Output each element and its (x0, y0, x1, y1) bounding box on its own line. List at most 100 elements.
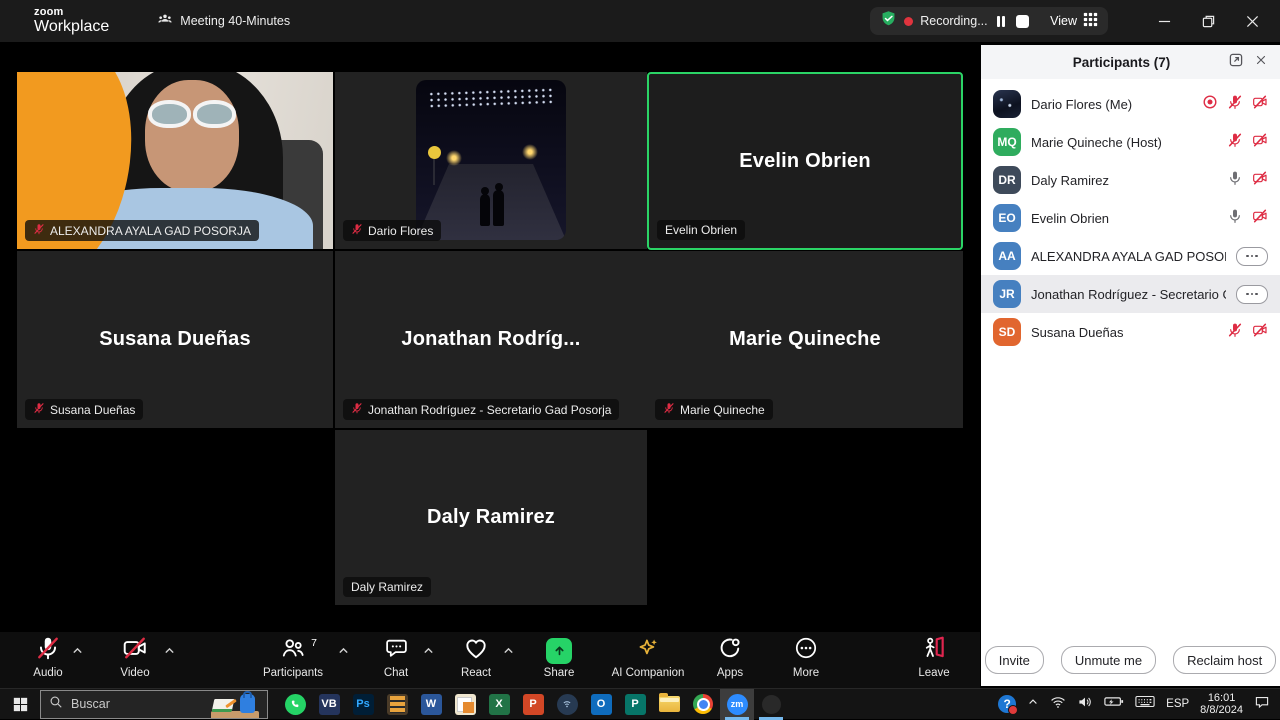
participant-row[interactable]: MQMarie Quineche (Host) (981, 123, 1280, 161)
action-center-icon[interactable] (1254, 694, 1270, 715)
participant-row[interactable]: AAALEXANDRA AYALA GAD POSORJA (981, 237, 1280, 275)
whatsapp-taskbar-icon[interactable] (278, 689, 312, 720)
title-bar: zoom Workplace Meeting 40-Minutes Record… (0, 0, 1280, 42)
chrome-taskbar-icon[interactable] (686, 689, 720, 720)
recording-cluster: Recording... View (870, 7, 1108, 35)
video-tile[interactable]: Dario Flores (335, 72, 647, 249)
video-tile[interactable]: ALEXANDRA AYALA GAD POSORJA (17, 72, 333, 249)
security-shield-icon[interactable] (880, 10, 897, 32)
participant-camera-off-icon[interactable] (1252, 322, 1268, 343)
participant-name: Marie Quineche (Host) (1031, 135, 1217, 150)
more-button[interactable]: More (758, 637, 854, 679)
popout-panel-icon[interactable] (1228, 52, 1244, 73)
background-app-taskbar-icon[interactable] (754, 689, 788, 720)
participant-row[interactable]: Dario Flores (Me) (981, 85, 1280, 123)
video-tile[interactable]: Evelin ObrienEvelin Obrien (647, 72, 963, 250)
toolbar-item-label: AI Companion (612, 667, 685, 679)
close-button[interactable] (1230, 0, 1274, 42)
meeting-tab[interactable]: Meeting 40-Minutes (157, 12, 290, 31)
logo-workplace-text: Workplace (34, 19, 109, 35)
participant-mic-icon[interactable] (1227, 170, 1243, 191)
search-highlight-illustration[interactable] (211, 691, 259, 718)
participant-mic-muted-icon[interactable] (1227, 94, 1243, 115)
participant-camera-off-icon[interactable] (1252, 170, 1268, 191)
wireless-display-taskbar-icon[interactable] (550, 689, 584, 720)
zoom-taskbar-icon[interactable]: zm (720, 689, 754, 720)
participant-mic-icon[interactable] (1227, 208, 1243, 229)
participant-recording-icon (1202, 94, 1218, 115)
participant-row[interactable]: SDSusana Dueñas (981, 313, 1280, 351)
zoom-workplace-logo: zoom Workplace (34, 7, 109, 35)
sunglasses (148, 100, 236, 128)
file-explorer-taskbar-icon[interactable] (652, 689, 686, 720)
toolbar-item-label: More (793, 667, 819, 679)
participant-mic-muted-icon[interactable] (1227, 322, 1243, 343)
visual-basic-taskbar-icon[interactable]: VB (312, 689, 346, 720)
participants-button[interactable]: 7Participants (245, 637, 341, 679)
heart-icon (463, 635, 489, 666)
participant-camera-off-icon[interactable] (1252, 94, 1268, 115)
participant-more-button[interactable] (1236, 285, 1268, 304)
participant-row[interactable]: JRJonathan Rodríguez - Secretario Ga... (981, 275, 1280, 313)
wifi-icon[interactable] (1050, 694, 1066, 715)
tray-chevron-up-icon[interactable] (1027, 695, 1039, 713)
windows-taskbar: Buscar VBPsWXPOPzm ? ESP 16:01 8/8/2024 (0, 688, 1280, 719)
tile-name-label: Marie Quineche (655, 399, 773, 420)
participant-camera-off-icon[interactable] (1252, 208, 1268, 229)
restore-button[interactable] (1186, 0, 1230, 42)
video-options-chevron[interactable] (163, 644, 177, 658)
participant-row[interactable]: DRDaly Ramirez (981, 161, 1280, 199)
word-taskbar-icon[interactable]: W (414, 689, 448, 720)
volume-icon[interactable] (1077, 694, 1093, 715)
participant-more-button[interactable] (1236, 247, 1268, 266)
clock-time: 16:01 (1200, 692, 1243, 704)
publisher-taskbar-icon[interactable]: P (618, 689, 652, 720)
stop-recording-button[interactable] (1016, 15, 1029, 28)
apps-icon (717, 635, 743, 666)
battery-icon[interactable] (1104, 695, 1124, 713)
outlook-taskbar-icon[interactable]: O (584, 689, 618, 720)
photos-taskbar-icon[interactable] (448, 689, 482, 720)
video-tile[interactable]: Daly RamirezDaly Ramirez (335, 430, 647, 605)
muted-mic-icon (351, 402, 363, 417)
video-tile[interactable]: Susana DueñasSusana Dueñas (17, 251, 333, 428)
photoshop-taskbar-icon[interactable]: Ps (346, 689, 380, 720)
participant-camera-off-icon[interactable] (1252, 132, 1268, 153)
taskbar-search-input[interactable]: Buscar (40, 690, 268, 719)
search-icon (49, 695, 63, 714)
leave-button[interactable]: Leave (886, 637, 982, 679)
language-indicator[interactable]: ESP (1166, 698, 1189, 710)
meeting-tab-label: Meeting 40-Minutes (180, 14, 290, 28)
movie-maker-taskbar-icon[interactable] (380, 689, 414, 720)
reclaim-host-button[interactable]: Reclaim host (1173, 646, 1276, 674)
toolbar-item-label: Participants (263, 667, 323, 679)
participant-mic-muted-icon[interactable] (1227, 132, 1243, 153)
powerpoint-taskbar-icon[interactable]: P (516, 689, 550, 720)
participant-avatar: SD (993, 318, 1021, 346)
participants-list: Dario Flores (Me)MQMarie Quineche (Host)… (981, 79, 1280, 351)
close-panel-icon[interactable] (1254, 53, 1268, 72)
participants-panel: Participants (7) Dario Flores (Me)MQMari… (981, 45, 1280, 686)
taskbar-apps: VBPsWXPOPzm (278, 689, 788, 720)
participant-row[interactable]: EOEvelin Obrien (981, 199, 1280, 237)
video-tile[interactable]: Jonathan Rodríg...Jonathan Rodríguez - S… (335, 251, 647, 428)
minimize-button[interactable] (1142, 0, 1186, 42)
touch-keyboard-icon[interactable] (1135, 695, 1155, 713)
video-tile[interactable]: Marie QuinecheMarie Quineche (647, 251, 963, 428)
unmute-me-button[interactable]: Unmute me (1061, 646, 1156, 674)
logo-zoom-text: zoom (34, 7, 109, 18)
share-button[interactable]: Share (511, 637, 607, 679)
audio-options-chevron[interactable] (71, 644, 85, 658)
excel-taskbar-icon[interactable]: X (482, 689, 516, 720)
tile-name-label: Susana Dueñas (25, 399, 143, 420)
participant-name: Jonathan Rodríguez - Secretario Ga... (1031, 287, 1226, 302)
start-button[interactable] (0, 689, 40, 720)
pause-recording-button[interactable] (997, 16, 1006, 27)
invite-button[interactable]: Invite (985, 646, 1044, 674)
toolbar-item-label: Video (120, 667, 149, 679)
help-notification-icon[interactable]: ? (998, 695, 1016, 713)
share-icon (546, 638, 572, 664)
taskbar-clock[interactable]: 16:01 8/8/2024 (1200, 692, 1243, 716)
view-button[interactable]: View (1050, 12, 1098, 30)
toolbar-item-label: Apps (717, 667, 743, 679)
